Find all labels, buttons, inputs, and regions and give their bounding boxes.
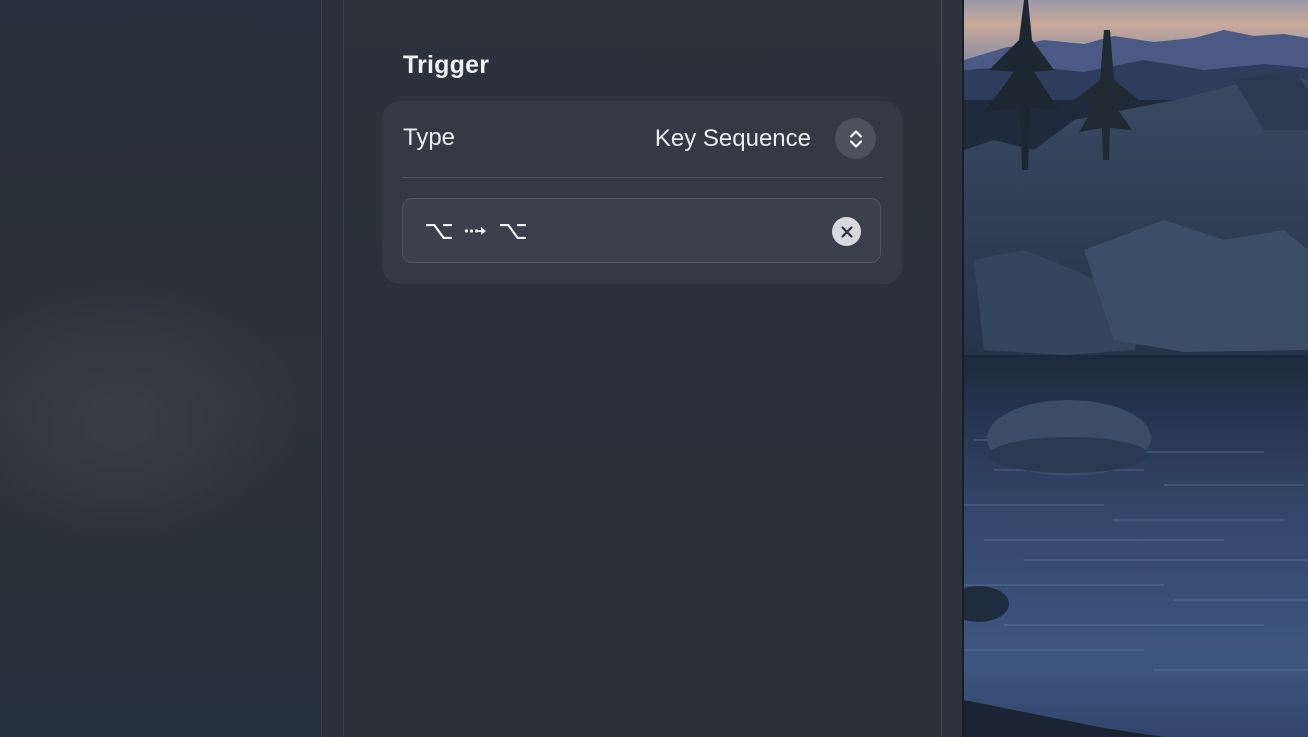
option-key-glyph: ⌥ [497, 216, 528, 246]
clear-circle-icon [840, 225, 853, 238]
dotted-arrow-icon [464, 227, 486, 235]
window-border [942, 0, 963, 737]
column-gutter [322, 0, 344, 737]
app-window: Trigger Type Key Sequence ⌥ ⌥ [0, 0, 1308, 737]
option-key-glyph: ⌥ [424, 216, 454, 246]
clear-key-sequence-button[interactable] [832, 217, 861, 246]
type-label: Type [403, 124, 456, 151]
type-popup-button[interactable] [835, 118, 876, 159]
sidebar-blurred [0, 0, 322, 737]
desktop-wallpaper [964, 0, 1308, 737]
card-divider [402, 177, 883, 178]
chevron-up-down-icon [849, 129, 862, 148]
wallpaper-lake-image [964, 0, 1308, 737]
type-value[interactable]: Key Sequence [655, 125, 811, 153]
key-sequence: ⌥ ⌥ [424, 214, 528, 248]
section-title-trigger: Trigger [403, 51, 490, 79]
